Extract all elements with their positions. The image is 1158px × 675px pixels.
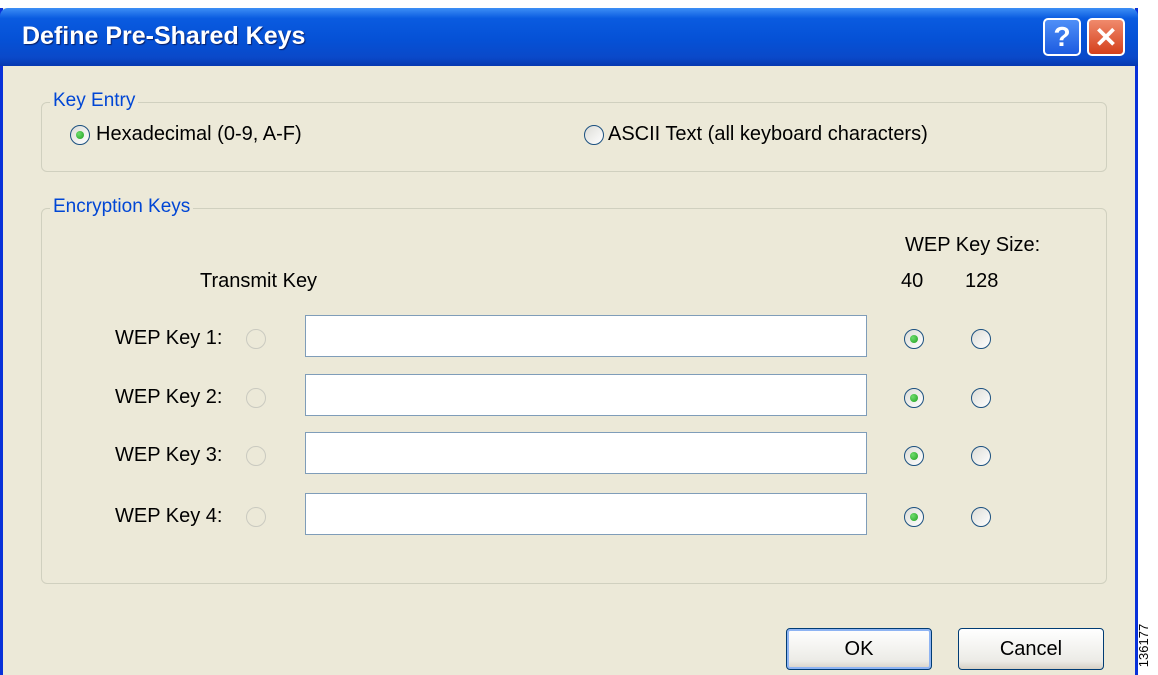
- wep-key-1-size-128-radio[interactable]: [971, 329, 991, 349]
- ok-button[interactable]: OK: [786, 628, 932, 670]
- wep-key-4-transmit-radio[interactable]: [246, 507, 266, 527]
- wep-key-1-input[interactable]: [305, 315, 867, 357]
- wep-key-2-size-40-radio[interactable]: [904, 388, 924, 408]
- wep-key-3-transmit-radio[interactable]: [246, 446, 266, 466]
- size-128-label: 128: [965, 270, 999, 292]
- wep-key-1-size-40-radio[interactable]: [904, 329, 924, 349]
- hexadecimal-radio[interactable]: [70, 125, 90, 145]
- key-entry-legend: Key Entry: [50, 90, 139, 112]
- transmit-key-label: Transmit Key: [200, 270, 318, 292]
- help-icon: ?: [1053, 21, 1071, 52]
- size-40-label: 40: [901, 270, 924, 292]
- hexadecimal-label: Hexadecimal (0-9, A-F): [96, 123, 302, 145]
- wep-key-3-size-128-radio[interactable]: [971, 446, 991, 466]
- ascii-text-radio[interactable]: [584, 125, 604, 145]
- wep-key-4-size-128-radio[interactable]: [971, 507, 991, 527]
- wep-key-2-transmit-radio[interactable]: [246, 388, 266, 408]
- help-button[interactable]: ?: [1043, 18, 1081, 56]
- ok-button-label: OK: [844, 637, 874, 660]
- figure-id-text: 136177: [1136, 623, 1152, 668]
- wep-key-1-transmit-radio[interactable]: [246, 329, 266, 349]
- wep-key-3-label: WEP Key 3:: [115, 444, 223, 466]
- wep-key-4-input[interactable]: [305, 493, 867, 535]
- wep-key-2-input[interactable]: [305, 374, 867, 416]
- dialog-title: Define Pre-Shared Keys: [22, 22, 306, 50]
- wep-key-3-size-40-radio[interactable]: [904, 446, 924, 466]
- figure-id-label: 136177: [1136, 620, 1158, 675]
- cancel-button-label: Cancel: [999, 637, 1063, 660]
- wep-key-size-label: WEP Key Size:: [905, 234, 1041, 256]
- wep-key-1-label: WEP Key 1:: [115, 327, 223, 349]
- ascii-text-label: ASCII Text (all keyboard characters): [608, 123, 928, 145]
- encryption-keys-legend: Encryption Keys: [50, 196, 194, 218]
- close-icon: ✕: [1094, 21, 1118, 53]
- wep-key-2-label: WEP Key 2:: [115, 386, 223, 408]
- wep-key-2-size-128-radio[interactable]: [971, 388, 991, 408]
- title-bar[interactable]: Define Pre-Shared Keys ? ✕: [0, 8, 1138, 66]
- wep-key-4-label: WEP Key 4:: [115, 505, 223, 527]
- close-button[interactable]: ✕: [1087, 18, 1125, 56]
- wep-key-3-input[interactable]: [305, 432, 867, 474]
- cancel-button[interactable]: Cancel: [958, 628, 1104, 670]
- wep-key-4-size-40-radio[interactable]: [904, 507, 924, 527]
